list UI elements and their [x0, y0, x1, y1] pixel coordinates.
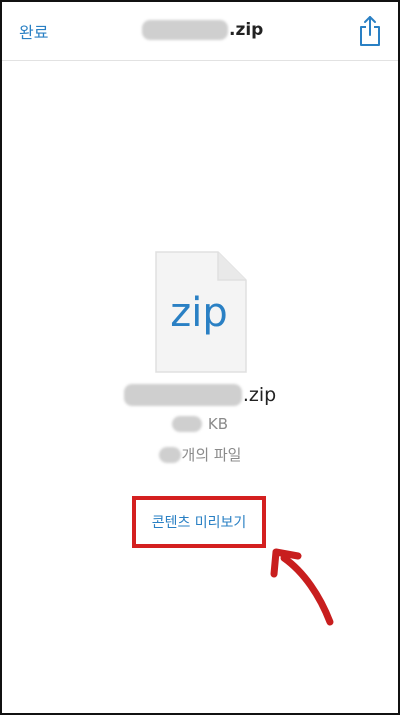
file-name: .zip [2, 384, 398, 406]
file-name-extension: .zip [242, 384, 277, 406]
share-icon [360, 16, 380, 46]
redacted-count [158, 446, 181, 463]
file-size-unit: KB [207, 415, 229, 433]
screen: 완료 .zip zip .zip KB 개의 파일 콘텐츠 미리보기 [0, 0, 400, 715]
file-size: KB [2, 415, 398, 433]
preview-contents-button[interactable]: 콘텐츠 미리보기 [132, 496, 266, 548]
zip-file-icon: zip [152, 250, 250, 376]
red-arrow-icon [270, 548, 334, 626]
nav-title-extension: .zip [229, 20, 264, 40]
file-count: 개의 파일 [2, 444, 398, 465]
redacted-filename [142, 20, 228, 40]
preview-contents-label: 콘텐츠 미리보기 [151, 515, 247, 531]
file-count-label: 개의 파일 [181, 446, 242, 464]
done-button[interactable]: 완료 [19, 19, 48, 43]
nav-title: .zip [142, 17, 263, 43]
share-button[interactable] [357, 14, 383, 48]
navigation-bar: 완료 .zip [2, 2, 398, 61]
redacted-size [171, 416, 202, 432]
redacted-name [123, 384, 242, 406]
file-type-label: zip [170, 290, 228, 336]
